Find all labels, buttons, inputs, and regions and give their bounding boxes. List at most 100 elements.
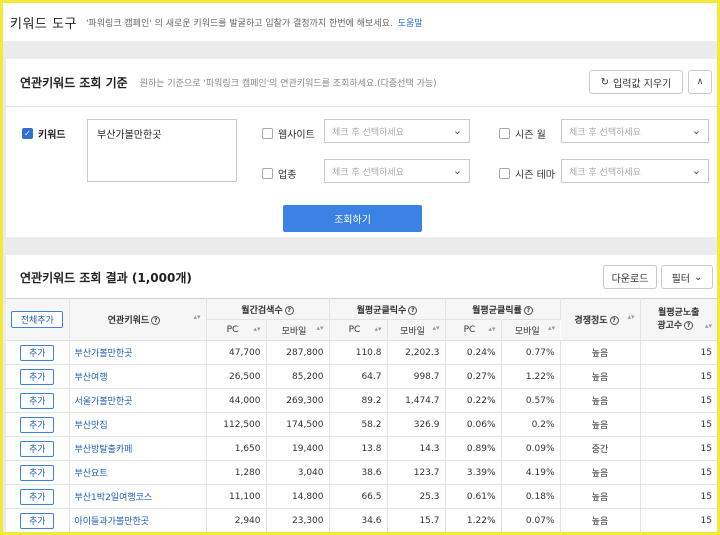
add-keyword-button[interactable]: 추가 (20, 464, 55, 481)
clicks-pc-cell: 66.5 (329, 484, 388, 509)
search-button[interactable]: 조회하기 (283, 205, 422, 232)
sort-icon[interactable]: ▴▾ (193, 313, 200, 321)
search-mobile-cell: 269,300 (266, 388, 330, 413)
page-description: '파워링크 캠페인' 의 새로운 키워드를 발굴하고 입찰가 결정까지 한번에 … (85, 18, 393, 29)
clicks-mobile-cell: 15.7 (387, 508, 446, 532)
col-search-mobile[interactable]: 모바일 ▴▾ (266, 319, 330, 341)
sort-icon[interactable]: ▴▾ (316, 324, 323, 332)
website-option[interactable]: 웹사이트 (262, 126, 315, 141)
sort-icon[interactable]: ▴▾ (627, 313, 634, 321)
col-clicks-mobile[interactable]: 모바일 ▴▾ (387, 319, 446, 341)
add-keyword-button[interactable]: 추가 (20, 392, 55, 409)
ads-cell: 15 (640, 436, 717, 461)
sort-icon[interactable]: ▴▾ (432, 324, 439, 332)
col-clicks-pc[interactable]: PC ▴▾ (329, 319, 388, 341)
col-avg-ctr-label: 월평균클릭률 (472, 305, 522, 316)
chevron-down-icon: ⌄ (694, 271, 703, 283)
season-month-select[interactable]: 체크 후 선택하세요 ⌄ (561, 119, 709, 143)
clicks-pc-cell: 38.6 (329, 460, 388, 485)
col-ctr-pc[interactable]: PC ▴▾ (445, 319, 502, 341)
industry-checkbox[interactable] (262, 168, 273, 179)
keyword-cell[interactable]: 부산요트 (69, 460, 207, 485)
col-avg-ads[interactable]: 월평균노출 광고수? ▴▾ (640, 298, 717, 341)
website-select[interactable]: 체크 후 선택하세요 ⌄ (324, 119, 470, 143)
clicks-mobile-cell: 998.7 (387, 364, 446, 389)
clicks-mobile-cell: 326.9 (387, 412, 446, 437)
keyword-cell[interactable]: 부산여행 (69, 364, 207, 389)
keyword-cell[interactable]: 부산맛집 (69, 412, 207, 437)
ctr-mobile-cell: 0.18% (501, 484, 561, 509)
collapse-button[interactable]: ∧ (688, 70, 712, 94)
col-competition[interactable]: 경쟁정도? ▴▾ (560, 298, 641, 341)
ctr-mobile-cell: 0.2% (501, 412, 561, 437)
col-ctr-pc-label: PC (463, 325, 476, 335)
search-pc-cell: 1,280 (206, 460, 267, 485)
industry-option[interactable]: 업종 (262, 166, 296, 181)
add-keyword-button[interactable]: 추가 (20, 416, 55, 433)
season-theme-option[interactable]: 시즌 테마 (499, 166, 555, 181)
keyword-cell[interactable]: 부산가볼만한곳 (69, 340, 207, 365)
col-ctr-mobile[interactable]: 모바일 ▴▾ (501, 319, 560, 341)
add-all-cell: 전체추가 (6, 298, 70, 341)
add-keyword-button[interactable]: 추가 (20, 512, 55, 529)
add-all-button[interactable]: 전체추가 (11, 311, 64, 328)
keyword-textarea[interactable]: 부산가볼만한곳 (87, 119, 237, 182)
add-keyword-button[interactable]: 추가 (20, 368, 55, 385)
table-row: 추가 부산여행 26,500 85,200 64.7 998.7 0.27% 1… (6, 364, 717, 389)
ctr-mobile-cell: 4.19% (501, 460, 561, 485)
competition-cell: 중간 (560, 436, 641, 461)
competition-cell: 높음 (560, 340, 641, 365)
question-icon[interactable]: ? (609, 316, 619, 325)
season-theme-checkbox[interactable] (499, 168, 510, 179)
season-month-option[interactable]: 시즌 월 (499, 126, 546, 141)
season-month-checkbox[interactable] (499, 128, 510, 139)
help-link[interactable]: 도움말 (398, 16, 423, 29)
reset-inputs-button[interactable]: ↻ 입력값 지우기 (589, 70, 683, 94)
results-table-body: 추가 부산가볼만한곳 47,700 287,800 110.8 2,202.3 … (6, 340, 717, 532)
keyword-checkbox-row[interactable]: ✓ 키워드 (22, 126, 66, 141)
keyword-cell[interactable]: 부산방탈출카페 (69, 436, 207, 461)
chevron-up-icon: ∧ (696, 77, 704, 87)
sort-icon[interactable]: ▴▾ (705, 320, 712, 333)
keyword-cell[interactable]: 부산1박2일여행코스 (69, 484, 207, 509)
industry-select[interactable]: 체크 후 선택하세요 ⌄ (324, 159, 470, 183)
ads-cell: 15 (640, 340, 717, 365)
ctr-pc-cell: 0.24% (445, 340, 502, 365)
keyword-checkbox[interactable]: ✓ (22, 128, 33, 139)
window-frame: 키워드 도구 '파워링크 캠페인' 의 새로운 키워드를 발굴하고 입찰가 결정… (0, 0, 720, 535)
question-icon[interactable]: ? (151, 316, 161, 325)
filter-button[interactable]: 필터 ⌄ (661, 265, 713, 289)
season-theme-select[interactable]: 체크 후 선택하세요 ⌄ (561, 159, 709, 183)
chevron-down-icon: ⌄ (691, 124, 701, 137)
table-row: 추가 서울가볼만한곳 44,000 269,300 89.2 1,474.7 0… (6, 388, 717, 413)
ads-cell: 15 (640, 388, 717, 413)
ads-cell: 15 (640, 364, 717, 389)
download-button[interactable]: 다운로드 (603, 265, 657, 289)
col-ctr-mobile-label: 모바일 (514, 326, 540, 337)
competition-cell: 높음 (560, 388, 641, 413)
question-icon[interactable]: ? (684, 320, 694, 330)
col-search-pc[interactable]: PC ▴▾ (206, 319, 267, 341)
table-row: 추가 부산맛집 112,500 174,500 58.2 326.9 0.06%… (6, 412, 717, 437)
sort-icon[interactable]: ▴▾ (374, 325, 381, 333)
question-icon[interactable]: ? (523, 305, 533, 315)
col-keyword[interactable]: 연관키워드? ▴▾ (69, 298, 207, 341)
add-keyword-button[interactable]: 추가 (20, 488, 55, 505)
sort-icon[interactable]: ▴▾ (548, 324, 555, 332)
col-avg-ads-label-1: 월평균노출 (658, 307, 700, 318)
add-keyword-button[interactable]: 추가 (20, 440, 55, 457)
website-checkbox[interactable] (262, 128, 273, 139)
search-pc-cell: 44,000 (206, 388, 267, 413)
add-cell: 추가 (6, 412, 70, 437)
industry-select-placeholder: 체크 후 선택하세요 (332, 167, 404, 178)
keyword-cell[interactable]: 아이들과가볼만한곳 (69, 508, 207, 532)
question-icon[interactable]: ? (408, 305, 418, 315)
sort-icon[interactable]: ▴▾ (253, 325, 260, 333)
sort-icon[interactable]: ▴▾ (488, 325, 495, 333)
question-icon[interactable]: ? (284, 305, 294, 315)
ctr-pc-cell: 1.22% (445, 508, 502, 532)
add-keyword-button[interactable]: 추가 (20, 344, 55, 361)
keyword-cell[interactable]: 서울가볼만한곳 (69, 388, 207, 413)
search-pc-cell: 1,650 (206, 436, 267, 461)
top-bar: 키워드 도구 '파워링크 캠페인' 의 새로운 키워드를 발굴하고 입찰가 결정… (3, 3, 717, 41)
